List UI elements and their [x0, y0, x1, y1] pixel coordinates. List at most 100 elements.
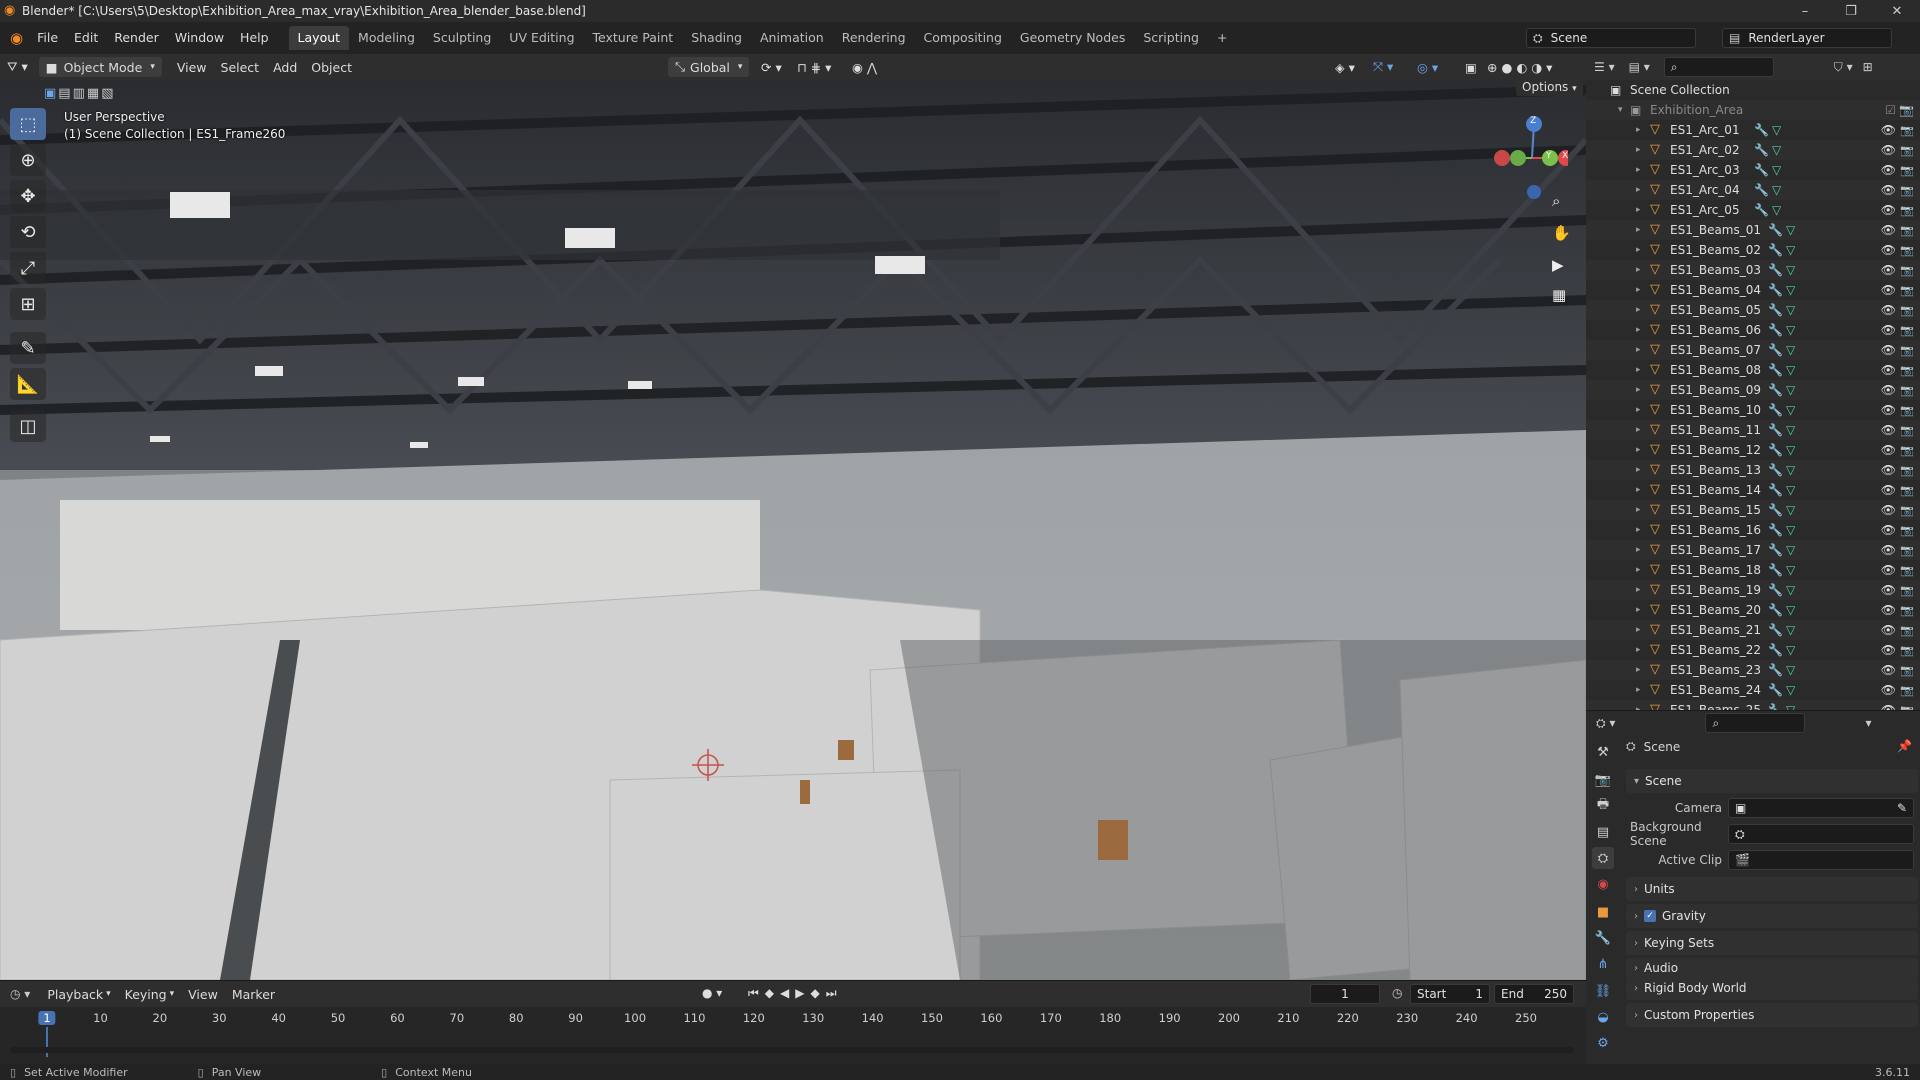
- modifier-icon[interactable]: 🔧: [1768, 663, 1783, 677]
- mesh-data-icon[interactable]: ▽: [1786, 643, 1795, 657]
- camera-icon[interactable]: 📷: [1900, 484, 1914, 497]
- camera-icon[interactable]: 📷: [1900, 464, 1914, 477]
- mesh-data-icon[interactable]: ▽: [1786, 223, 1795, 237]
- workspace-tab-animation[interactable]: Animation: [751, 26, 833, 50]
- mesh-data-icon[interactable]: ▽: [1786, 683, 1795, 697]
- expand-icon[interactable]: ▸: [1636, 325, 1646, 335]
- camera-icon[interactable]: 📷: [1900, 184, 1914, 197]
- menu-view[interactable]: View: [170, 57, 214, 77]
- timeline-scrollbar[interactable]: [10, 1047, 1574, 1053]
- mesh-data-icon[interactable]: ▽: [1786, 323, 1795, 337]
- outliner-row[interactable]: ▸ ▽ ES1_Beams_08 🔧 ▽ 👁 📷: [1586, 360, 1920, 380]
- expand-icon[interactable]: ▸: [1636, 205, 1646, 215]
- camera-icon[interactable]: 📷: [1900, 524, 1914, 537]
- outliner-row[interactable]: ▸ ▽ ES1_Beams_23 🔧 ▽ 👁 📷: [1586, 660, 1920, 680]
- menu-add[interactable]: Add: [266, 57, 304, 77]
- mesh-data-icon[interactable]: ▽: [1786, 403, 1795, 417]
- eyedropper-icon[interactable]: ✎: [1897, 801, 1907, 815]
- display-mode-icon[interactable]: ▤ ▾: [1629, 60, 1650, 74]
- modifier-icon[interactable]: 🔧: [1768, 703, 1783, 710]
- proportional-edit-icon[interactable]: ◉ ⋀: [845, 57, 884, 77]
- mesh-data-icon[interactable]: ▽: [1786, 303, 1795, 317]
- expand-icon[interactable]: ▸: [1636, 285, 1646, 295]
- mesh-data-icon[interactable]: ▽: [1786, 623, 1795, 637]
- modifier-icon[interactable]: 🔧: [1754, 183, 1769, 197]
- outliner-row[interactable]: ▸ ▽ ES1_Beams_16 🔧 ▽ 👁 📷: [1586, 520, 1920, 540]
- camera-icon[interactable]: 📷: [1900, 404, 1914, 417]
- camera-icon[interactable]: 📷: [1900, 244, 1914, 257]
- dropdown-icon[interactable]: ▾: [1865, 716, 1871, 730]
- camera-icon[interactable]: 📷: [1900, 384, 1914, 397]
- outliner-row[interactable]: ▸ ▽ ES1_Beams_11 🔧 ▽ 👁 📷: [1586, 420, 1920, 440]
- select-invert-icon[interactable]: ▦: [87, 86, 99, 101]
- eye-icon[interactable]: 👁: [1881, 243, 1896, 257]
- scale-tool-icon[interactable]: ⤢: [10, 252, 46, 284]
- close-button[interactable]: ✕: [1874, 0, 1920, 22]
- modifier-icon[interactable]: 🔧: [1768, 523, 1783, 537]
- rotate-tool-icon[interactable]: ⟲: [10, 216, 46, 248]
- camera-icon[interactable]: 📷: [1900, 164, 1914, 177]
- modifier-icon[interactable]: 🔧: [1768, 403, 1783, 417]
- eye-icon[interactable]: 👁: [1881, 283, 1896, 297]
- select-box-icon[interactable]: ▣: [44, 86, 56, 101]
- gravity-panel-header[interactable]: › ✓ Gravity: [1626, 904, 1918, 928]
- expand-icon[interactable]: ▸: [1636, 165, 1646, 175]
- audio-panel-header[interactable]: › Audio: [1626, 958, 1918, 978]
- workspace-tab-shading[interactable]: Shading: [682, 26, 751, 50]
- modifier-icon[interactable]: 🔧: [1768, 643, 1783, 657]
- modifier-icon[interactable]: 🔧: [1768, 483, 1783, 497]
- outliner-row[interactable]: ▸ ▽ ES1_Beams_12 🔧 ▽ 👁 📷: [1586, 440, 1920, 460]
- keying-menu[interactable]: Keying ▾: [118, 984, 182, 1004]
- camera-icon[interactable]: 📷: [1900, 584, 1914, 597]
- minimize-button[interactable]: –: [1782, 0, 1828, 22]
- eye-icon[interactable]: 👁: [1881, 623, 1896, 637]
- ortho-grid-icon[interactable]: ▦: [1552, 286, 1566, 304]
- select-tool-icon[interactable]: ⬚: [10, 108, 46, 140]
- custom-properties-panel-header[interactable]: › Custom Properties: [1626, 1003, 1918, 1027]
- new-collection-icon[interactable]: ⊞: [1863, 60, 1873, 74]
- filter-icon[interactable]: ⛉ ▾: [1834, 60, 1853, 75]
- outliner-row[interactable]: ▸ ▽ ES1_Arc_02 🔧 ▽ 👁 📷: [1586, 140, 1920, 160]
- pin-icon[interactable]: 📌: [1897, 739, 1912, 753]
- camera-icon[interactable]: 📷: [1900, 204, 1914, 217]
- maximize-button[interactable]: ❐: [1828, 0, 1874, 22]
- record-icon[interactable]: ● ▾: [702, 986, 722, 1000]
- camera-icon[interactable]: 📷: [1900, 664, 1914, 677]
- expand-icon[interactable]: ▸: [1636, 385, 1646, 395]
- outliner-row[interactable]: ▸ ▽ ES1_Beams_20 🔧 ▽ 👁 📷: [1586, 600, 1920, 620]
- expand-icon[interactable]: ▸: [1636, 225, 1646, 235]
- visibility-icon[interactable]: ◈ ▾: [1328, 57, 1362, 77]
- eye-icon[interactable]: 👁: [1881, 123, 1896, 137]
- outliner-editor-icon[interactable]: ☰ ▾: [1594, 60, 1615, 74]
- camera-icon[interactable]: 📷: [1900, 644, 1914, 657]
- rigid-body-world-panel-header[interactable]: › Rigid Body World: [1626, 976, 1918, 1000]
- modifier-icon[interactable]: 🔧: [1768, 363, 1783, 377]
- modifier-icon[interactable]: 🔧: [1768, 563, 1783, 577]
- workspace-tab-compositing[interactable]: Compositing: [915, 26, 1011, 50]
- eye-icon[interactable]: 👁: [1881, 403, 1896, 417]
- modifier-icon[interactable]: 🔧: [1754, 123, 1769, 137]
- camera-icon[interactable]: 📷: [1900, 224, 1914, 237]
- expand-icon[interactable]: ▸: [1636, 185, 1646, 195]
- eye-icon[interactable]: 👁: [1881, 423, 1896, 437]
- eye-icon[interactable]: 👁: [1881, 363, 1896, 377]
- camera-icon[interactable]: 📷: [1900, 504, 1914, 517]
- modifier-icon[interactable]: 🔧: [1754, 163, 1769, 177]
- expand-icon[interactable]: ▸: [1636, 445, 1646, 455]
- outliner-row-scene-collection[interactable]: ▣ Scene Collection: [1586, 80, 1920, 100]
- expand-icon[interactable]: ▸: [1636, 485, 1646, 495]
- outliner-row[interactable]: ▸ ▽ ES1_Beams_04 🔧 ▽ 👁 📷: [1586, 280, 1920, 300]
- frame-ruler[interactable]: 1 10 20 30 40 50 60 70 80 90 100 110 120 130 140 150 160…: [0, 1009, 1586, 1029]
- eye-icon[interactable]: 👁: [1881, 263, 1896, 277]
- output-tab-icon[interactable]: 🖶: [1592, 795, 1614, 817]
- shading-modes-icon[interactable]: ⊕ ● ◐ ◑ ▾: [1480, 57, 1559, 77]
- workspace-tab-layout[interactable]: Layout: [288, 26, 350, 50]
- menu-select[interactable]: Select: [214, 57, 267, 77]
- modifier-icon[interactable]: 🔧: [1768, 503, 1783, 517]
- playback-menu[interactable]: Playback ▾: [40, 984, 117, 1004]
- outliner-row[interactable]: ▸ ▽ ES1_Beams_15 🔧 ▽ 👁 📷: [1586, 500, 1920, 520]
- menu-file[interactable]: File: [29, 27, 66, 49]
- workspace-tab-uv-editing[interactable]: UV Editing: [500, 26, 583, 50]
- camera-icon[interactable]: 📷: [1900, 544, 1914, 557]
- eye-icon[interactable]: 👁: [1881, 203, 1896, 217]
